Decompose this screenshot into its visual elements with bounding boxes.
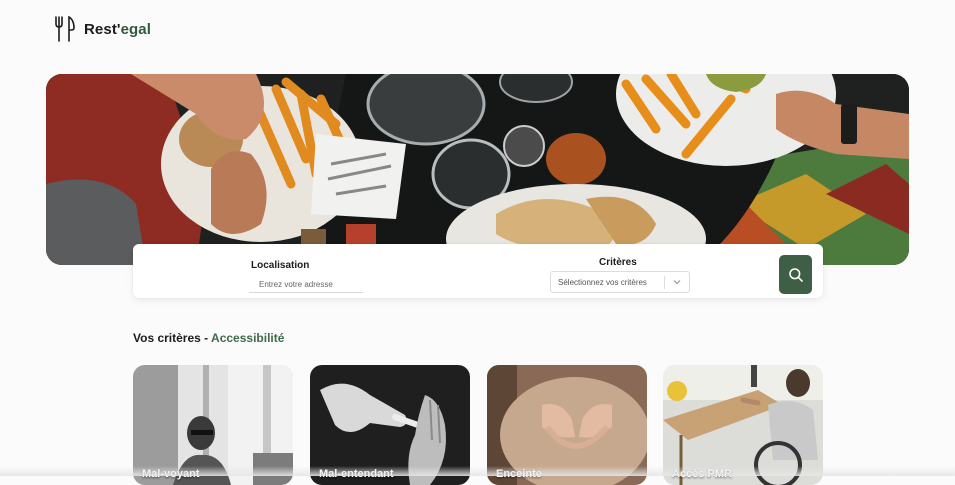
chevron-down-icon	[673, 280, 681, 285]
section-title: Vos critères - Accessibilité	[133, 331, 285, 345]
search-bar: Localisation Critères Sélectionnez vos c…	[133, 244, 823, 298]
hero-image	[46, 74, 909, 265]
brand-logo[interactable]: Rest'egal	[54, 14, 151, 44]
criteria-placeholder: Sélectionnez vos critères	[558, 278, 647, 287]
location-input[interactable]	[249, 276, 363, 293]
fork-knife-icon	[55, 16, 75, 42]
page-bottom-fade	[0, 466, 955, 476]
criteria-label: Critères	[599, 257, 637, 268]
brand-name: Rest'egal	[84, 20, 152, 38]
criteria-select[interactable]: Sélectionnez vos critères	[550, 271, 690, 293]
search-icon	[788, 267, 803, 282]
location-label: Localisation	[251, 260, 310, 271]
search-button[interactable]	[779, 255, 812, 294]
select-divider	[664, 276, 665, 289]
